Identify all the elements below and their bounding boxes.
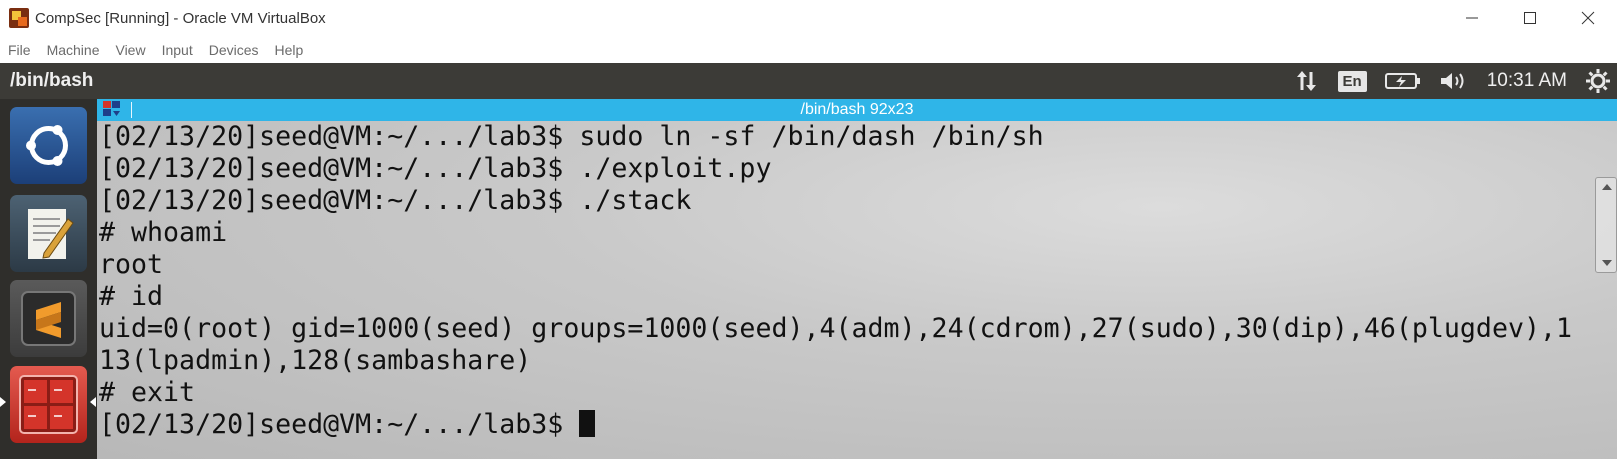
host-title-bar: CompSec [Running] - Oracle VM VirtualBox bbox=[0, 0, 1617, 36]
terminal-icon bbox=[19, 375, 78, 434]
ubuntu-dash-icon bbox=[26, 125, 68, 166]
volume-icon bbox=[1440, 73, 1464, 89]
panel-clock[interactable]: 10:31 AM bbox=[1487, 70, 1567, 92]
terminal-window[interactable]: /bin/bash 92x23 [02/13/20]seed@VM:~/.../… bbox=[97, 99, 1617, 459]
close-icon bbox=[1581, 11, 1595, 25]
title-separator bbox=[131, 102, 132, 118]
host-window-title: CompSec [Running] - Oracle VM VirtualBox bbox=[35, 9, 326, 27]
battery-indicator[interactable] bbox=[1384, 71, 1421, 91]
launcher-sublime-button[interactable] bbox=[10, 280, 87, 357]
scroll-down-arrow-icon[interactable] bbox=[1602, 260, 1612, 266]
minimize-icon bbox=[1466, 17, 1478, 19]
terminal-line: [02/13/20]seed@VM:~/.../lab3$ sudo ln -s… bbox=[99, 121, 1044, 152]
battery-icon bbox=[1384, 73, 1420, 89]
terminal-menu-icon[interactable] bbox=[103, 101, 121, 118]
settings-gear-icon bbox=[1586, 69, 1610, 93]
terminal-title: /bin/bash 92x23 bbox=[800, 101, 914, 118]
unity-launcher bbox=[0, 99, 97, 459]
launcher-terminal-button[interactable] bbox=[10, 366, 87, 443]
terminal-output[interactable]: [02/13/20]seed@VM:~/.../lab3$ sudo ln -s… bbox=[97, 121, 1597, 459]
maximize-icon bbox=[1524, 12, 1536, 24]
panel-indicators: En 10:31 AM bbox=[1294, 63, 1617, 99]
host-menu-bar: File Machine View Input Devices Help bbox=[0, 36, 1617, 63]
text-cursor bbox=[579, 410, 596, 437]
close-button[interactable] bbox=[1559, 0, 1617, 36]
active-app-indicator-left bbox=[0, 397, 6, 407]
system-menu-indicator[interactable] bbox=[1585, 68, 1611, 94]
keyboard-layout-indicator[interactable]: En bbox=[1337, 70, 1367, 92]
menu-file[interactable]: File bbox=[8, 42, 31, 58]
launcher-dash-button[interactable] bbox=[10, 107, 87, 184]
virtualbox-logo-icon bbox=[9, 8, 29, 28]
panel-app-title: /bin/bash bbox=[10, 70, 94, 91]
keyboard-layout-label: En bbox=[1337, 70, 1367, 92]
menu-devices[interactable]: Devices bbox=[209, 42, 259, 58]
terminal-line: uid=0(root) gid=1000(seed) groups=1000(s… bbox=[99, 313, 1572, 344]
terminal-line: [02/13/20]seed@VM:~/.../lab3$ ./stack bbox=[99, 185, 692, 216]
maximize-button[interactable] bbox=[1501, 0, 1559, 36]
terminal-prompt: [02/13/20]seed@VM:~/.../lab3$ bbox=[99, 409, 580, 440]
terminal-line: # exit bbox=[99, 377, 196, 408]
menu-help[interactable]: Help bbox=[275, 42, 304, 58]
menu-view[interactable]: View bbox=[115, 42, 145, 58]
terminal-line: 13(lpadmin),128(sambashare) bbox=[99, 345, 532, 376]
network-indicator[interactable] bbox=[1294, 68, 1320, 94]
terminal-title-bar[interactable]: /bin/bash 92x23 bbox=[97, 99, 1617, 121]
minimize-button[interactable] bbox=[1443, 0, 1501, 36]
text-editor-icon bbox=[28, 209, 74, 259]
terminal-line: root bbox=[99, 249, 164, 280]
active-app-indicator-right bbox=[90, 397, 96, 407]
scroll-up-arrow-icon[interactable] bbox=[1602, 184, 1612, 190]
window-controls bbox=[1443, 0, 1617, 36]
volume-indicator[interactable] bbox=[1439, 69, 1469, 93]
terminal-prompt-line[interactable]: [02/13/20]seed@VM:~/.../lab3$ bbox=[99, 409, 1597, 441]
terminal-scrollbar[interactable] bbox=[1595, 177, 1617, 273]
sublime-text-icon bbox=[21, 291, 76, 346]
menu-input[interactable]: Input bbox=[162, 42, 193, 58]
terminal-line: # whoami bbox=[99, 217, 228, 248]
terminal-line: # id bbox=[99, 281, 164, 312]
terminal-line: [02/13/20]seed@VM:~/.../lab3$ ./exploit.… bbox=[99, 153, 772, 184]
network-arrows-icon bbox=[1296, 71, 1316, 91]
launcher-text-editor-button[interactable] bbox=[10, 195, 87, 272]
guest-top-panel: /bin/bash En 10:31 AM bbox=[0, 63, 1617, 99]
menu-machine[interactable]: Machine bbox=[47, 42, 100, 58]
